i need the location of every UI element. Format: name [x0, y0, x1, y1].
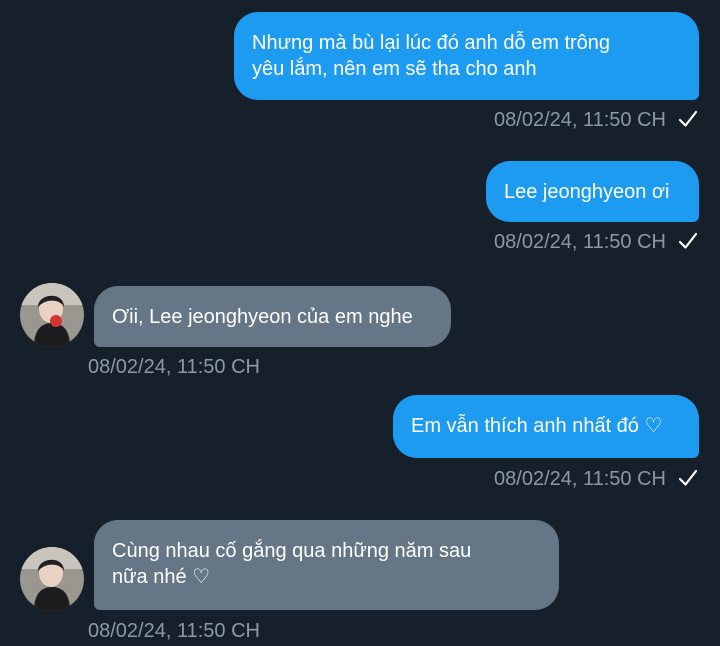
checkmark-icon: [678, 231, 698, 257]
message-meta: 08/02/24, 11:50 CH: [494, 467, 698, 494]
message-text: Ơii, Lee jeonghyeon của em nghe: [112, 306, 413, 328]
message-timestamp: 08/02/24, 11:50 CH: [494, 109, 666, 131]
message-timestamp: 08/02/24, 11:50 CH: [494, 468, 666, 490]
message-meta: 08/02/24, 11:50 CH: [494, 108, 698, 135]
message-timestamp: 08/02/24, 11:50 CH: [88, 620, 260, 642]
avatar[interactable]: [20, 547, 84, 611]
message-bubble-sent[interactable]: Nhưng mà bù lại lúc đó anh dỗ em trông y…: [234, 12, 699, 100]
message-bubble-received[interactable]: Ơii, Lee jeonghyeon của em nghe: [94, 286, 451, 347]
message-bubble-received[interactable]: Cùng nhau cố gắng qua những năm sau nữa …: [94, 520, 559, 610]
message-text: Em vẫn thích anh nhất đó ♡: [411, 415, 663, 437]
message-timestamp: 08/02/24, 11:50 CH: [494, 231, 666, 253]
message-timestamp: 08/02/24, 11:50 CH: [88, 356, 260, 378]
message-bubble-sent[interactable]: Em vẫn thích anh nhất đó ♡: [393, 395, 699, 458]
checkmark-icon: [678, 468, 698, 494]
message-text: Cùng nhau cố gắng qua những năm sau nữa …: [112, 540, 472, 588]
message-text: Nhưng mà bù lại lúc đó anh dỗ em trông y…: [252, 32, 611, 80]
message-meta: 08/02/24, 11:50 CH: [88, 355, 260, 379]
avatar[interactable]: [20, 283, 84, 347]
message-meta: 08/02/24, 11:50 CH: [88, 619, 260, 643]
message-meta: 08/02/24, 11:50 CH: [494, 230, 698, 257]
message-bubble-sent[interactable]: Lee jeonghyeon ơi: [486, 161, 699, 222]
message-text: Lee jeonghyeon ơi: [504, 181, 670, 203]
checkmark-icon: [678, 109, 698, 135]
